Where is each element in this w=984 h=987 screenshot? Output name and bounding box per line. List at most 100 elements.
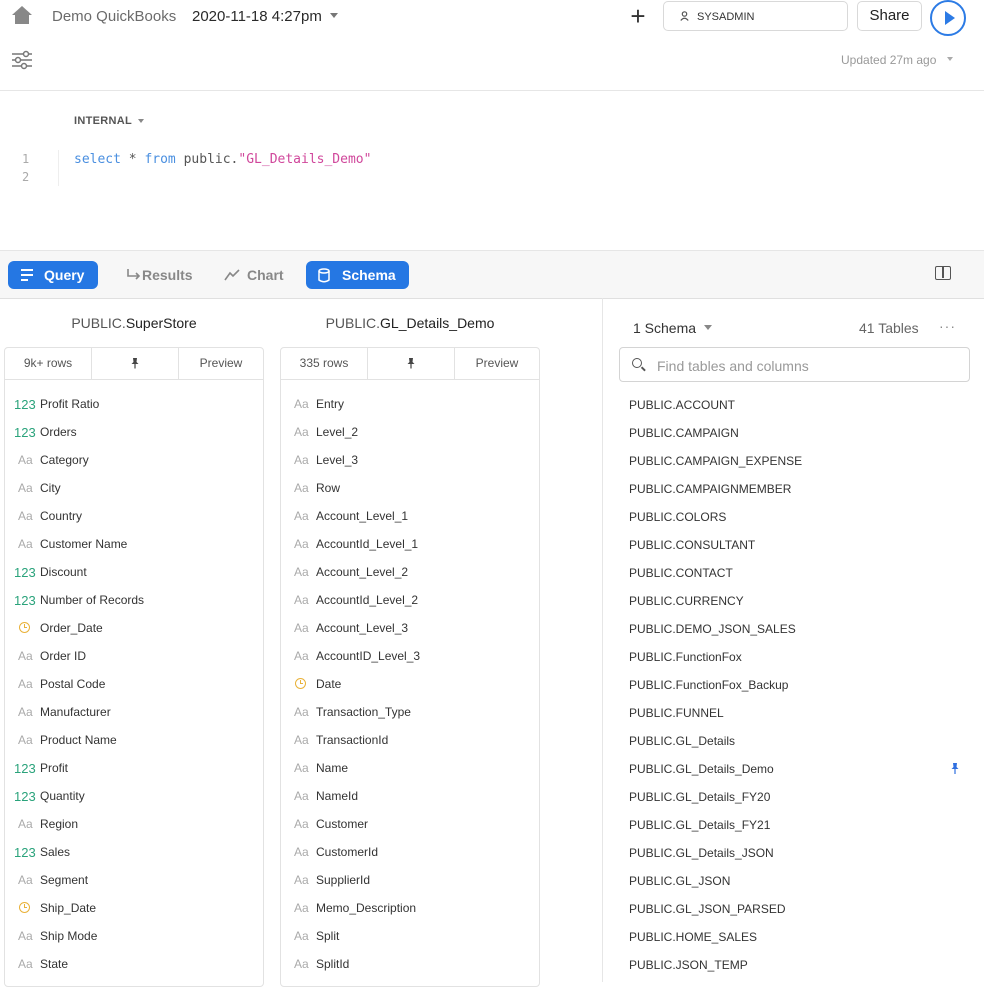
column-item[interactable]: Aa AccountId_Level_1 — [281, 530, 539, 558]
table-list-item[interactable]: PUBLIC.FunctionFox — [629, 650, 742, 664]
column-item[interactable]: Aa TransactionId — [281, 726, 539, 754]
table-list-item[interactable]: PUBLIC.GL_Details — [629, 734, 735, 748]
column-item[interactable]: 123 Sales — [5, 838, 263, 866]
column-item[interactable]: Aa Level_2 — [281, 418, 539, 446]
table-list-item[interactable]: PUBLIC.CAMPAIGNMEMBER — [629, 482, 791, 496]
column-item[interactable]: Aa Transaction_Type — [281, 698, 539, 726]
column-item[interactable]: Aa SplitId — [281, 950, 539, 978]
table-list-item[interactable]: PUBLIC.FunctionFox_Backup — [629, 678, 788, 692]
table-list-item[interactable]: PUBLIC.CAMPAIGN_EXPENSE — [629, 454, 802, 468]
column-item[interactable]: Aa Customer — [281, 810, 539, 838]
line-number: 1 — [22, 152, 30, 166]
filters-icon[interactable] — [11, 50, 33, 70]
chevron-down-icon[interactable] — [330, 13, 338, 18]
column-item[interactable]: Aa Country — [5, 502, 263, 530]
more-icon[interactable]: ··· — [939, 318, 956, 334]
column-item[interactable]: Aa Category — [5, 446, 263, 474]
tab-chart[interactable]: Chart — [220, 261, 300, 289]
sql-editor-line[interactable]: select * from public."GL_Details_Demo" — [74, 152, 371, 167]
pin-icon[interactable] — [950, 762, 960, 775]
search-input[interactable] — [655, 354, 959, 378]
column-item[interactable]: 123 Profit — [5, 754, 263, 782]
app-title[interactable]: Demo QuickBooks — [52, 8, 176, 25]
table-list-item[interactable]: PUBLIC.GL_Details_JSON — [629, 846, 774, 860]
database-selector[interactable]: INTERNAL — [74, 115, 132, 127]
table-list-item[interactable]: PUBLIC.GL_Details_FY21 — [629, 818, 770, 832]
table-list-item[interactable]: PUBLIC.HOME_SALES — [629, 930, 757, 944]
column-item[interactable]: Aa Product Name — [5, 726, 263, 754]
column-item[interactable]: Aa Order ID — [5, 642, 263, 670]
column-item[interactable]: Aa CustomerId — [281, 838, 539, 866]
tab-label: Results — [142, 267, 193, 283]
column-item[interactable]: Aa Customer Name — [5, 530, 263, 558]
table-list-item[interactable]: PUBLIC.GL_Details_Demo — [629, 762, 774, 776]
table-list-item[interactable]: PUBLIC.CONSULTANT — [629, 538, 755, 552]
column-item[interactable]: Aa Segment — [5, 866, 263, 894]
column-name: Level_2 — [316, 425, 359, 439]
table-list-item[interactable]: PUBLIC.ACCOUNT — [629, 398, 735, 412]
add-worksheet-button[interactable]: + — [625, 2, 651, 30]
table-list-item[interactable]: PUBLIC.CONTACT — [629, 566, 733, 580]
table-list-item[interactable]: PUBLIC.COLORS — [629, 510, 726, 524]
home-icon[interactable] — [10, 4, 34, 26]
updated-status[interactable]: Updated 27m ago — [841, 53, 936, 67]
table-list-item[interactable]: PUBLIC.FUNNEL — [629, 706, 724, 720]
column-item[interactable]: Date — [281, 670, 539, 698]
table-list-item[interactable]: PUBLIC.GL_JSON_PARSED — [629, 902, 786, 916]
column-item[interactable]: Aa Name — [281, 754, 539, 782]
column-item[interactable]: Aa Entry — [281, 390, 539, 418]
schema-prefix: PUBLIC. — [71, 315, 126, 331]
table-list-item[interactable]: PUBLIC.CURRENCY — [629, 594, 744, 608]
column-item[interactable]: Aa Memo_Description — [281, 894, 539, 922]
column-name: SplitId — [316, 957, 350, 971]
column-item[interactable]: Aa SupplierId — [281, 866, 539, 894]
tab-results[interactable]: Results — [114, 261, 204, 289]
column-item[interactable]: Aa Account_Level_2 — [281, 558, 539, 586]
table-list-item[interactable]: PUBLIC.GL_Details_FY20 — [629, 790, 770, 804]
table-list-item[interactable]: PUBLIC.JSON_TEMP — [629, 958, 748, 972]
chevron-down-icon[interactable] — [704, 325, 712, 330]
column-item[interactable]: Aa NameId — [281, 782, 539, 810]
column-item[interactable]: 123 Number of Records — [5, 586, 263, 614]
number-type-icon: 123 — [14, 845, 36, 860]
table-list-item[interactable]: PUBLIC.GL_JSON — [629, 874, 730, 888]
worksheet-title[interactable]: 2020-11-18 4:27pm — [192, 8, 322, 25]
run-button[interactable] — [930, 0, 966, 36]
search-box[interactable] — [619, 347, 970, 382]
panel-toggle-icon[interactable] — [935, 266, 951, 280]
column-item[interactable]: Aa Level_3 — [281, 446, 539, 474]
table-list-item[interactable]: PUBLIC.DEMO_JSON_SALES — [629, 622, 796, 636]
column-item[interactable]: 123 Orders — [5, 418, 263, 446]
table-list-item[interactable]: PUBLIC.CAMPAIGN — [629, 426, 739, 440]
chevron-down-icon[interactable] — [138, 119, 144, 123]
table-name: SuperStore — [125, 315, 197, 331]
column-item[interactable]: Aa Row — [281, 474, 539, 502]
tab-query[interactable]: Query — [8, 261, 98, 289]
column-item[interactable]: Aa Account_Level_1 — [281, 502, 539, 530]
column-item[interactable]: Aa City — [5, 474, 263, 502]
chevron-down-icon[interactable] — [947, 57, 953, 61]
column-item[interactable]: Ship_Date — [5, 894, 263, 922]
column-item[interactable]: Aa AccountID_Level_3 — [281, 642, 539, 670]
column-item[interactable]: 123 Discount — [5, 558, 263, 586]
column-item[interactable]: 123 Profit Ratio — [5, 390, 263, 418]
share-button[interactable]: Share — [857, 1, 922, 31]
tab-schema[interactable]: Schema — [306, 261, 409, 289]
column-item[interactable]: Aa State — [5, 950, 263, 978]
column-item[interactable]: Aa Ship Mode — [5, 922, 263, 950]
column-item[interactable]: Aa Account_Level_3 — [281, 614, 539, 642]
column-item[interactable]: Aa Postal Code — [5, 670, 263, 698]
pin-button[interactable] — [92, 348, 179, 379]
schema-selector[interactable]: 1 Schema — [633, 320, 696, 336]
pin-button[interactable] — [368, 348, 455, 379]
role-selector-button[interactable]: SYSADMIN — [663, 1, 848, 31]
column-item[interactable]: Aa Manufacturer — [5, 698, 263, 726]
column-item[interactable]: Aa Region — [5, 810, 263, 838]
column-item[interactable]: Order_Date — [5, 614, 263, 642]
preview-button[interactable]: Preview — [179, 348, 263, 379]
column-item[interactable]: Aa Split — [281, 922, 539, 950]
preview-button[interactable]: Preview — [455, 348, 539, 379]
column-name: Order_Date — [40, 621, 103, 635]
column-item[interactable]: Aa AccountId_Level_2 — [281, 586, 539, 614]
column-item[interactable]: 123 Quantity — [5, 782, 263, 810]
